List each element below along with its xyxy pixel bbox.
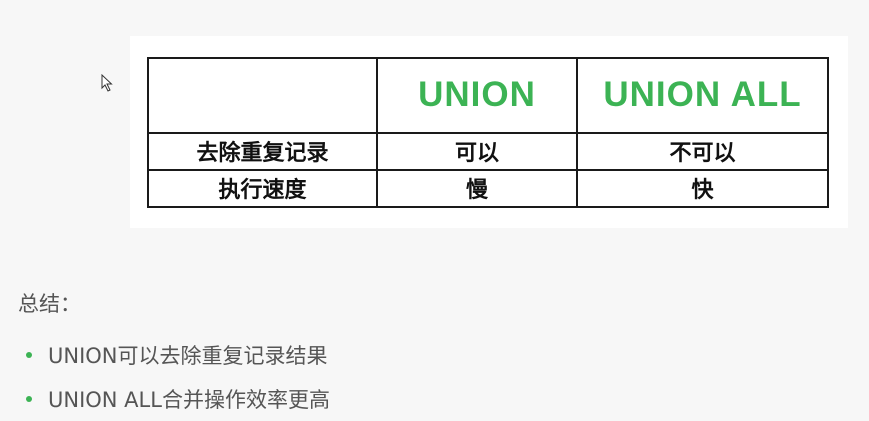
- comparison-table: UNION UNION ALL 去除重复记录 可以 不可以 执行速度 慢 快: [147, 57, 829, 209]
- list-item-text: UNION ALL合并操作效率更高: [48, 388, 330, 412]
- summary-list: UNION可以去除重复记录结果 UNION ALL合并操作效率更高: [26, 333, 330, 421]
- list-item: UNION ALL合并操作效率更高: [26, 377, 330, 421]
- cell-union-all-speed: 快: [576, 168, 829, 209]
- list-item: UNION可以去除重复记录结果: [26, 333, 330, 377]
- table-header-row: UNION UNION ALL: [147, 57, 829, 134]
- row-label-dedup: 去除重复记录: [147, 131, 378, 171]
- cell-union-all-dedup: 不可以: [576, 131, 829, 171]
- bullet-dot-icon: [26, 396, 32, 402]
- table-row: 执行速度 慢 快: [147, 168, 829, 209]
- summary-title: 总结：: [18, 292, 81, 316]
- bullet-dot-icon: [26, 352, 32, 358]
- row-label-speed: 执行速度: [147, 168, 378, 209]
- header-cell-empty: [147, 57, 378, 134]
- header-cell-union: UNION: [376, 57, 578, 134]
- list-item-text: UNION可以去除重复记录结果: [48, 344, 328, 368]
- header-cell-union-all: UNION ALL: [576, 57, 829, 134]
- mouse-cursor-icon: [101, 74, 113, 92]
- cell-union-dedup: 可以: [376, 131, 578, 171]
- table-row: 去除重复记录 可以 不可以: [147, 131, 829, 171]
- cell-union-speed: 慢: [376, 168, 578, 209]
